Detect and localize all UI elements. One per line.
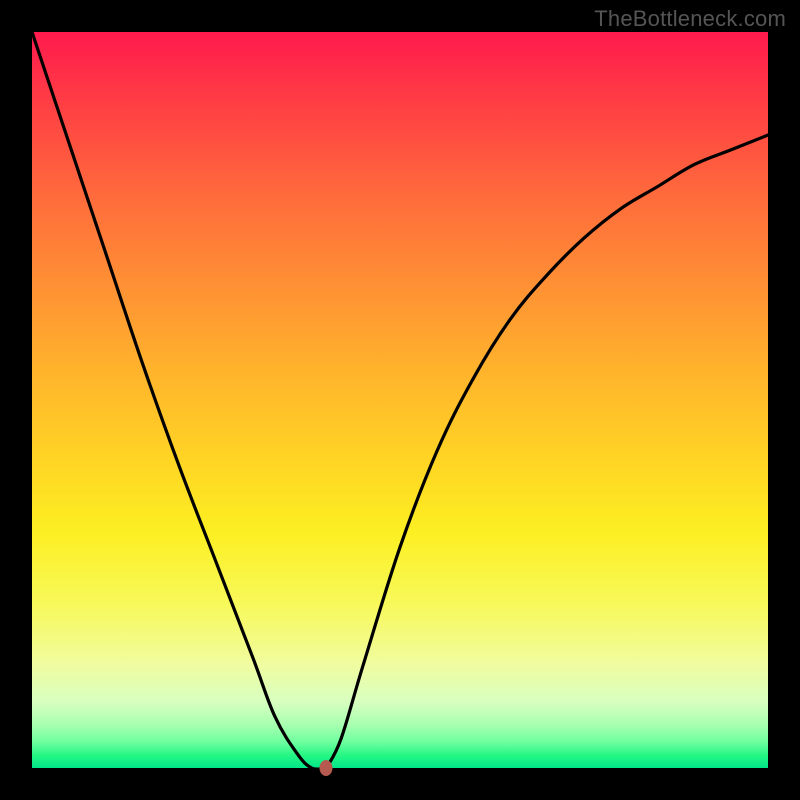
plot-area — [32, 32, 768, 768]
curve-path — [32, 32, 768, 768]
minimum-marker — [320, 760, 333, 776]
bottleneck-curve — [32, 32, 768, 768]
watermark-text: TheBottleneck.com — [594, 6, 786, 32]
chart-frame: TheBottleneck.com — [0, 0, 800, 800]
